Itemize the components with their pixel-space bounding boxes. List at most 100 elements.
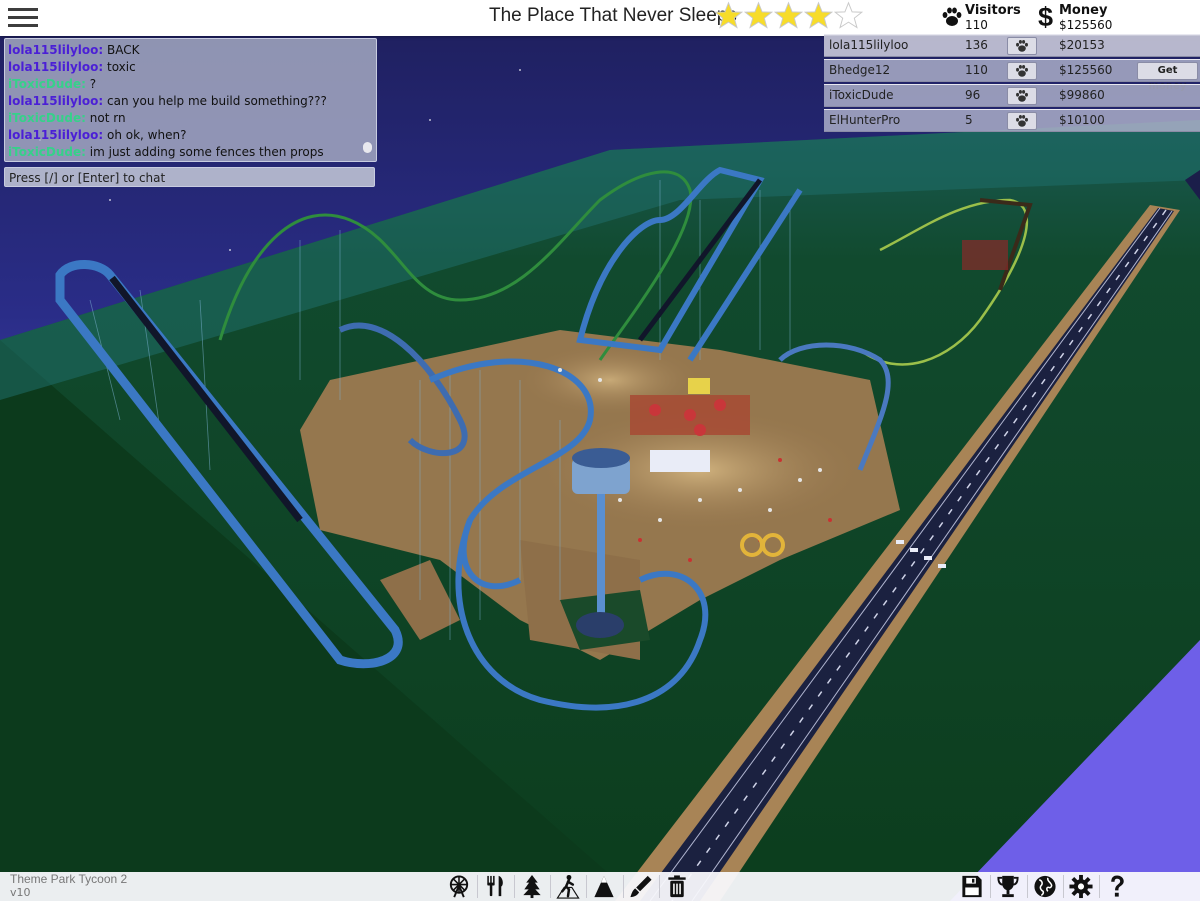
ferris-wheel-icon [449,875,469,898]
globe-button[interactable] [1028,872,1062,901]
toolbar-divider [586,875,588,898]
chat-scrollbar[interactable] [363,142,372,153]
star-filled-icon [744,1,773,29]
player-row[interactable]: Bhedge12 110 $125560 Get money [824,59,1200,92]
paint-button[interactable] [624,872,658,901]
trophy-button[interactable] [991,872,1025,901]
chat-username[interactable]: lola115lilyloo: [8,94,103,108]
globe-icon [1034,875,1056,898]
visit-park-button[interactable] [1007,87,1037,105]
toolbar-divider [549,875,551,898]
get-money-button[interactable]: Get money [1137,62,1198,92]
terrain-button[interactable] [587,872,621,901]
chat-message: iToxicDude: not rn [8,110,358,127]
visit-park-button[interactable] [1007,112,1037,130]
chat-text: oh ok, when? [103,128,187,142]
chat-text: toxic [103,60,136,74]
toolbar-divider [1062,875,1064,898]
chat-message: iToxicDude: ? [8,76,358,93]
chat-message: lola115lilyloo: can you help me build so… [8,93,358,110]
chat-message: lola115lilyloo: oh ok, when? [8,127,358,144]
player-visitors: 96 [965,88,981,102]
player-name: iToxicDude [829,88,894,102]
trash-button[interactable] [660,872,694,901]
player-money: $125560 [1059,63,1113,77]
star-empty-icon [834,1,863,29]
gear-button[interactable] [1064,872,1098,901]
paw-icon [1016,64,1028,77]
menu-icon[interactable] [7,4,39,32]
park-rating[interactable] [714,1,864,35]
player-money: $20153 [1059,38,1105,52]
game-title: Theme Park Tycoon 2 [10,872,128,886]
fork-knife-button[interactable] [478,872,512,901]
trash-icon [668,875,686,898]
player-money: $10100 [1059,113,1105,127]
toolbar-divider [1099,875,1101,898]
visit-park-button[interactable] [1007,37,1037,55]
player-list: lola115lilyloo 136 $20153 Bhedge12 110 $12556… [824,34,1200,134]
help-icon [1111,875,1124,897]
player-row[interactable]: lola115lilyloo 136 $20153 [824,34,1200,57]
money-value: $125560 [1059,18,1113,32]
bottom-toolbar: Theme Park Tycoon 2 v10 [0,872,1200,901]
paint-icon [629,875,652,898]
paw-icon [1016,89,1028,102]
chat-username[interactable]: iToxicDude: [8,77,86,91]
paw-icon [1016,114,1028,127]
player-visitors: 136 [965,38,988,52]
trophy-icon [997,875,1019,898]
player-row[interactable]: ElHunterPro 5 $10100 [824,109,1200,132]
toolbar-divider [622,875,624,898]
top-bar: The Place That Never Sleeps Visitors 110… [0,0,1200,36]
ferris-wheel-button[interactable] [442,872,476,901]
player-visitors: 110 [965,63,988,77]
player-row[interactable]: iToxicDude 96 $99860 [824,84,1200,107]
visitors-counter: Visitors 110 [940,2,1030,34]
save-icon [962,875,982,898]
money-counter: $ Money $125560 [1038,2,1148,34]
paw-icon [942,7,962,26]
dollar-icon: $ [1038,2,1054,32]
save-button[interactable] [955,872,989,901]
player-name: lola115lilyloo [829,38,909,52]
chat-username[interactable]: iToxicDude: [8,111,86,125]
help-button[interactable] [1100,872,1134,901]
visitors-label: Visitors [965,3,1021,18]
path-walker-button[interactable] [551,872,585,901]
game-version: v10 [10,886,31,899]
money-label: Money [1059,3,1108,18]
toolbar-divider [990,875,992,898]
player-visitors: 5 [965,113,973,127]
chat-text: BACK [103,43,140,57]
visit-park-button[interactable] [1007,62,1037,80]
star-filled-icon [774,1,803,29]
player-name: ElHunterPro [829,113,901,127]
chat-window[interactable]: lola115lilyloo: BACK lola115lilyloo: toxi… [4,38,377,162]
paw-icon [1016,39,1028,52]
chat-message: iToxicDude: im just adding some fences t… [8,144,358,161]
chat-username[interactable]: lola115lilyloo: [8,128,103,142]
tree-icon [522,874,541,899]
star-filled-icon [804,1,833,29]
toolbar-divider [658,875,660,898]
chat-message: lola115lilyloo: toxic [8,59,358,76]
park-name[interactable]: The Place That Never Sleeps [489,5,737,27]
chat-username[interactable]: lola115lilyloo: [8,60,103,74]
player-money: $99860 [1059,88,1105,102]
toolbar-divider [513,875,515,898]
gear-icon [1069,874,1093,899]
toolbar-divider [1026,875,1028,898]
toolbar-divider [477,875,479,898]
path-walker-icon [556,874,580,899]
chat-input[interactable]: Press [/] or [Enter] to chat [4,167,375,187]
chat-messages: lola115lilyloo: BACK lola115lilyloo: toxi… [8,42,358,161]
chat-username[interactable]: iToxicDude: [8,145,86,159]
visitors-value: 110 [965,18,988,32]
fork-knife-icon [487,875,504,897]
star-filled-icon [714,1,743,29]
tree-button[interactable] [515,872,549,901]
player-name: Bhedge12 [829,63,891,77]
chat-text: not rn [85,111,126,125]
chat-username[interactable]: lola115lilyloo: [8,43,103,57]
